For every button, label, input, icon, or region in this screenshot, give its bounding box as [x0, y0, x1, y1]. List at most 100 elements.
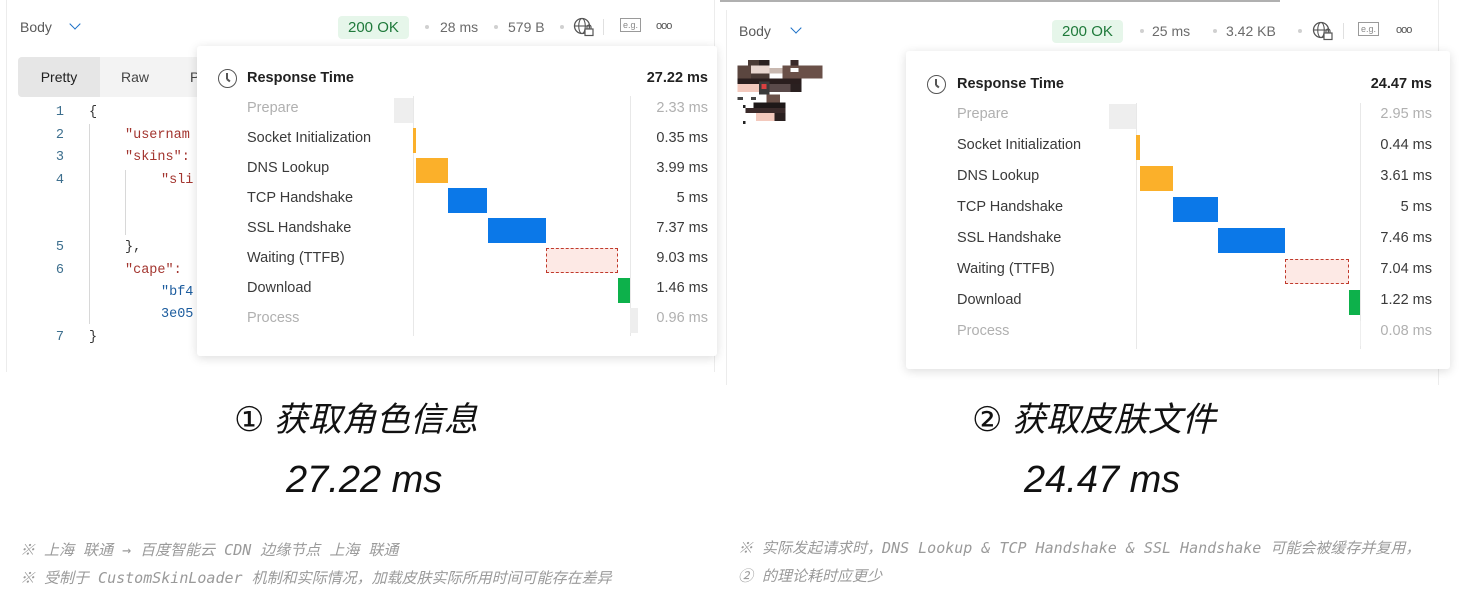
- clock-icon: [927, 75, 946, 94]
- line-number: 5: [55, 240, 64, 255]
- timing-value: 0.44 ms: [1380, 137, 1432, 153]
- popup-title: Response Time: [957, 76, 1064, 92]
- indent-guide: [125, 170, 126, 235]
- timing-label: SSL Handshake: [247, 220, 352, 236]
- globe-lock-icon[interactable]: [1312, 21, 1334, 41]
- timing-label: Prepare: [957, 106, 1009, 122]
- code-line: "sli: [161, 173, 194, 188]
- timing-value: 7.37 ms: [656, 220, 708, 236]
- response-time-popup: Response Time 24.47 ms Prepare 2.95 ms Soc…: [906, 51, 1450, 369]
- caption-1: ① 获取角色信息: [234, 392, 478, 441]
- timing-value: 7.46 ms: [1380, 230, 1432, 246]
- timing-bar-socket: [1136, 135, 1140, 160]
- footnote: ※ 上海 联通 → 百度智能云 CDN 边缘节点 上海 联通: [20, 541, 399, 559]
- timing-bar-download: [1348, 290, 1360, 315]
- separator-dot: [494, 25, 498, 29]
- tab-pretty[interactable]: Pretty: [18, 57, 100, 97]
- timing-label: Process: [247, 310, 300, 326]
- example-icon[interactable]: e.g.: [620, 18, 642, 32]
- timing-value: 0.08 ms: [1380, 323, 1432, 339]
- timing-bar-prepare: [394, 98, 413, 123]
- timing-value: 7.04 ms: [1380, 261, 1432, 277]
- caption-number: ②: [972, 401, 1003, 439]
- tab-raw[interactable]: Raw: [100, 57, 170, 97]
- status-badge: 200 OK: [338, 16, 409, 39]
- timing-label: DNS Lookup: [247, 160, 330, 176]
- code-line: {: [89, 105, 98, 120]
- timing-label: TCP Handshake: [247, 190, 354, 206]
- timing-value: 3.99 ms: [656, 160, 708, 176]
- timing-bar-wait: [1285, 259, 1349, 284]
- separator-dot: [1298, 29, 1302, 33]
- footnote: ② 的理论耗时应更少: [738, 567, 883, 585]
- code-line: "cape":: [125, 263, 182, 278]
- response-size[interactable]: 3.42 KB: [1226, 23, 1276, 39]
- separator-dot: [560, 25, 564, 29]
- divider: [1343, 23, 1344, 39]
- response-size[interactable]: 579 B: [508, 19, 545, 35]
- view-tabs: Pretty Raw P: [18, 57, 218, 97]
- timing-bar-process: [1360, 321, 1361, 346]
- timing-bar-dns: [415, 158, 448, 183]
- footnote: ※ 实际发起请求时，DNS Lookup & TCP Handshake & S…: [738, 539, 1421, 557]
- timing-value: 0.35 ms: [656, 130, 708, 146]
- chevron-down-icon[interactable]: [69, 18, 81, 30]
- caption-text: 获取角色信息: [273, 401, 478, 439]
- caption-number: ①: [234, 401, 265, 439]
- separator-dot: [425, 25, 429, 29]
- line-number: 6: [55, 263, 64, 278]
- line-number: 7: [55, 330, 64, 345]
- example-icon[interactable]: e.g.: [1358, 22, 1380, 36]
- timing-label: DNS Lookup: [957, 168, 1040, 184]
- body-dropdown-label[interactable]: Body: [20, 19, 52, 35]
- total-time: 24.47 ms: [1370, 76, 1432, 92]
- line-number: 3: [55, 150, 64, 165]
- timing-label: Socket Initialization: [247, 130, 372, 146]
- timing-value: 5 ms: [676, 190, 708, 206]
- globe-lock-icon[interactable]: [573, 17, 595, 37]
- clock-icon: [218, 69, 237, 88]
- timing-value: 2.95 ms: [1380, 106, 1432, 122]
- timing-bar-download: [618, 278, 630, 303]
- timing-bar-socket: [413, 128, 416, 153]
- timing-label: Download: [957, 292, 1022, 308]
- timing-bar-tcp: [447, 188, 488, 213]
- code-line: "usernam: [125, 128, 190, 143]
- panel-border: [726, 10, 727, 385]
- timing-label: Waiting (TTFB): [247, 250, 345, 266]
- caption-time-1: 27.22 ms: [286, 459, 443, 501]
- line-number: 2: [55, 128, 64, 143]
- timing-value: 5 ms: [1400, 199, 1432, 215]
- more-icon[interactable]: ooo: [656, 20, 672, 32]
- timing-label: Download: [247, 280, 312, 296]
- more-icon[interactable]: ooo: [1396, 24, 1412, 36]
- timing-value: 1.46 ms: [656, 280, 708, 296]
- timing-label: Process: [957, 323, 1010, 339]
- timing-bar-process: [630, 308, 638, 333]
- response-time[interactable]: 28 ms: [440, 19, 478, 35]
- timing-label: Prepare: [247, 100, 299, 116]
- timing-bar-prepare: [1109, 104, 1136, 129]
- timing-bar-ssl: [1217, 228, 1286, 253]
- timing-bar-wait: [546, 248, 619, 273]
- code-line: 3e05: [161, 307, 194, 322]
- caption-time-2: 24.47 ms: [1024, 459, 1181, 501]
- timing-label: Socket Initialization: [957, 137, 1082, 153]
- timing-label: TCP Handshake: [957, 199, 1064, 215]
- divider: [603, 19, 604, 35]
- code-line: "skins":: [125, 150, 190, 165]
- timing-label: Waiting (TTFB): [957, 261, 1055, 277]
- timing-bar-ssl: [487, 218, 547, 243]
- status-badge: 200 OK: [1052, 20, 1123, 43]
- timing-bar-tcp: [1172, 197, 1218, 222]
- body-dropdown-label[interactable]: Body: [739, 23, 771, 39]
- caption-text: 获取皮肤文件: [1011, 401, 1216, 439]
- response-time[interactable]: 25 ms: [1152, 23, 1190, 39]
- line-number: 4: [55, 173, 64, 188]
- timing-bar-dns: [1139, 166, 1173, 191]
- chevron-down-icon[interactable]: [790, 22, 802, 34]
- separator-dot: [1213, 29, 1217, 33]
- total-time: 27.22 ms: [646, 70, 708, 86]
- code-line: }: [89, 330, 98, 345]
- timing-value: 3.61 ms: [1380, 168, 1432, 184]
